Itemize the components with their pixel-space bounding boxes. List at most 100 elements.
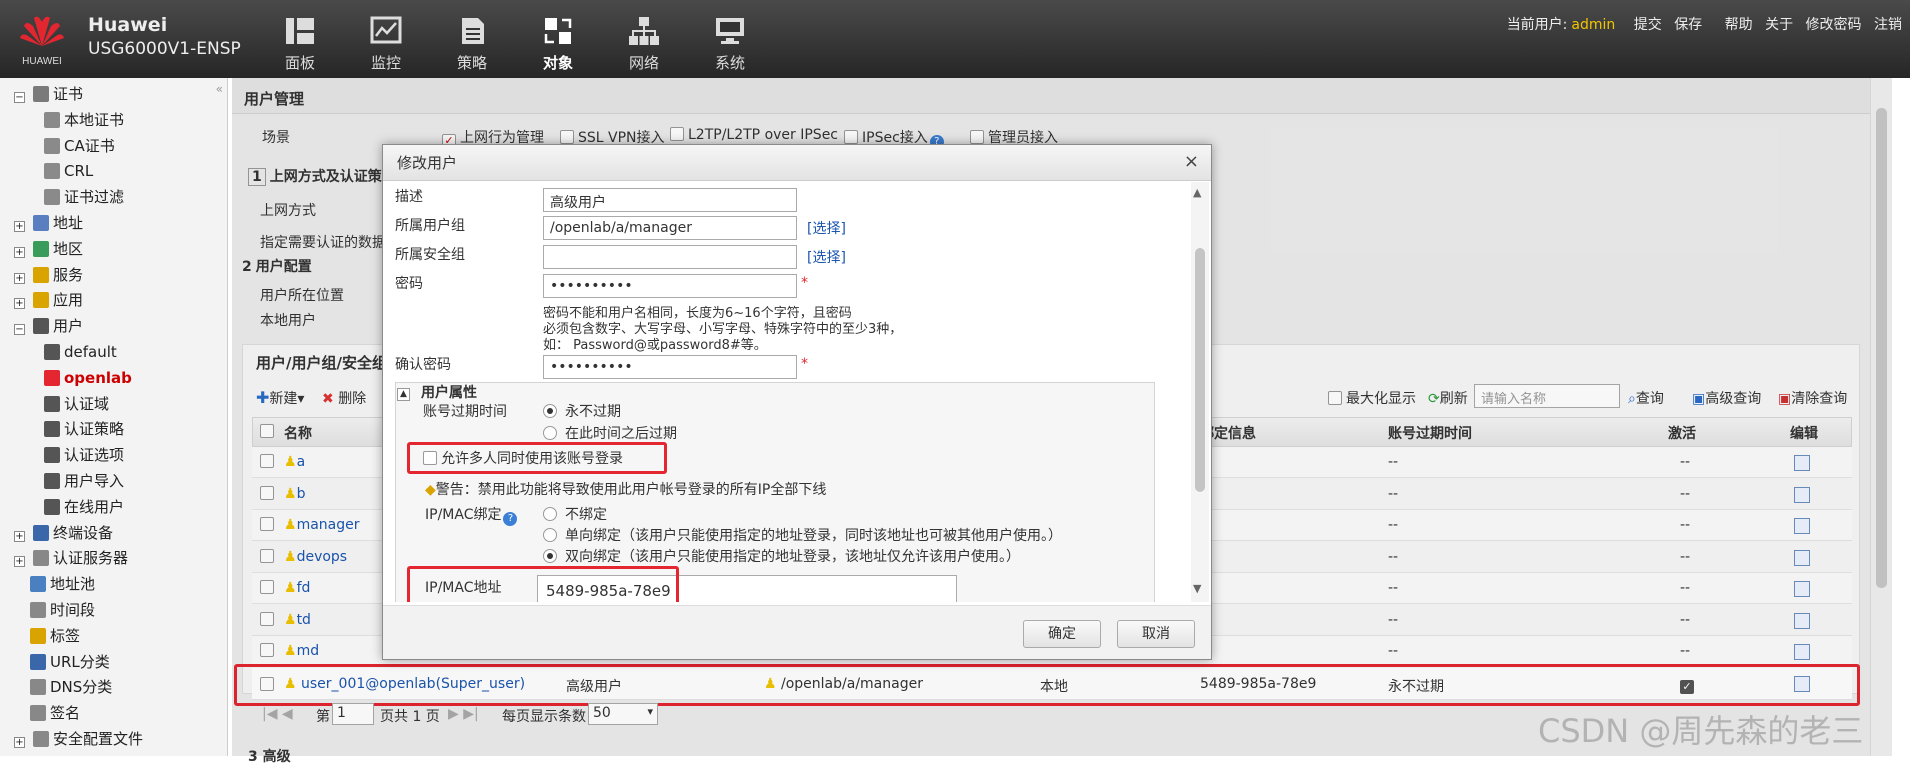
submit-link[interactable]: 提交 <box>1634 17 1662 33</box>
sidebar-item[interactable]: DNS分类 <box>30 675 112 699</box>
tree-node-icon <box>30 705 46 722</box>
sidebar-item[interactable]: 标签 <box>30 624 80 648</box>
tree-node-icon <box>33 318 49 335</box>
group-select-link[interactable]: [选择] <box>807 218 846 238</box>
tree-node-icon <box>30 679 46 696</box>
sidebar-item[interactable]: 时间段 <box>30 598 95 622</box>
current-user: admin <box>1571 17 1616 33</box>
tree-node-icon <box>33 292 49 309</box>
sidebar-item[interactable]: 签名 <box>30 701 80 725</box>
sidebar-item[interactable]: 认证域 <box>44 392 109 416</box>
ok-button[interactable]: 确定 <box>1023 620 1101 648</box>
expand-toggle-icon[interactable]: − <box>14 92 25 103</box>
cancel-button[interactable]: 取消 <box>1117 620 1195 648</box>
secgroup-input[interactable] <box>543 245 797 269</box>
tree-node-icon <box>44 369 60 386</box>
dialog-scrollbar[interactable]: ▲ ▼ <box>1191 182 1209 602</box>
sidebar-item[interactable]: − 证书 <box>14 82 83 106</box>
highlight-box-multi-login <box>407 442 667 474</box>
edit-user-dialog: 修改用户 × 描述 高级用户 所属用户组 /openlab/a/manager … <box>382 144 1212 660</box>
expand-toggle-icon[interactable]: + <box>14 530 25 542</box>
expand-toggle-icon[interactable]: + <box>14 246 25 258</box>
sidebar-item[interactable]: default <box>44 340 117 364</box>
collapse-attr-icon[interactable]: ▲ <box>397 384 410 401</box>
confirm-required: * <box>801 356 808 372</box>
tree-node-icon <box>44 473 60 489</box>
sidebar-item[interactable]: URL分类 <box>30 650 110 674</box>
expand-toggle-icon[interactable]: + <box>14 298 25 310</box>
save-link[interactable]: 保存 <box>1674 17 1702 33</box>
scroll-up-icon: ▲ <box>1193 186 1202 199</box>
sidebar-item[interactable]: + 认证服务器 <box>14 546 128 570</box>
tree-node-icon <box>44 447 60 464</box>
nav-dashboard[interactable]: 面板 <box>265 16 335 73</box>
sidebar-item[interactable]: openlab <box>44 366 132 390</box>
nav-system[interactable]: 系统 <box>695 16 765 73</box>
sidebar-item[interactable]: 在线用户 <box>44 495 124 519</box>
desc-input[interactable]: 高级用户 <box>543 188 797 212</box>
sidebar-item[interactable]: 本地证书 <box>44 108 124 132</box>
help-link[interactable]: 帮助 <box>1725 17 1753 33</box>
tree-node-icon <box>44 395 60 412</box>
sidebar-item[interactable]: − 用户 <box>14 314 83 338</box>
expand-toggle-icon[interactable]: + <box>14 737 25 748</box>
expand-toggle-icon[interactable]: − <box>14 324 25 336</box>
sidebar-item[interactable]: 地址池 <box>30 572 95 596</box>
nav-network[interactable]: 网络 <box>609 16 679 73</box>
nav-policy[interactable]: 策略 <box>437 16 507 73</box>
sidebar-item[interactable]: + 地址 <box>14 211 83 235</box>
sidebar-item[interactable]: + 安全配置文件 <box>14 727 143 751</box>
highlight-box-ipmac <box>407 566 679 602</box>
expand-toggle-icon[interactable]: + <box>14 272 25 284</box>
group-input[interactable]: /openlab/a/manager <box>543 216 797 240</box>
sidebar-item[interactable]: + 服务 <box>14 263 83 287</box>
secgroup-select-link[interactable]: [选择] <box>807 247 846 267</box>
sidebar-item[interactable]: CRL <box>44 159 93 183</box>
watermark: CSDN @周先森的老三 <box>1538 712 1864 750</box>
svg-text:HUAWEI: HUAWEI <box>22 56 62 67</box>
password-label: 密码 <box>395 276 423 292</box>
warning-text: ◆警告：禁用此功能将导致使用此用户帐号登录的所有IP全部下线 <box>425 482 827 498</box>
current-user-label: 当前用户: <box>1506 17 1568 33</box>
scroll-down-icon: ▼ <box>1193 582 1202 595</box>
tree-node-icon <box>33 550 49 567</box>
sidebar-item[interactable]: + 地区 <box>14 237 83 261</box>
device-model: USG6000V1-ENSP <box>88 39 241 59</box>
monitor-icon <box>370 16 402 44</box>
tree-node-icon <box>33 215 49 231</box>
sidebar-item[interactable]: 证书过滤 <box>44 185 124 209</box>
bind-none-radio[interactable]: 不绑定 <box>543 504 607 524</box>
user-toolbar: 当前用户: admin 提交 保存 帮助 关于 修改密码 注销 <box>1499 14 1902 34</box>
about-link[interactable]: 关于 <box>1765 17 1793 33</box>
password-input[interactable]: •••••••••• <box>543 274 797 298</box>
never-expire-radio[interactable]: 永不过期 <box>543 401 621 421</box>
top-bar: HUAWEI Huawei USG6000V1-ENSP 面板 监控 策略 对象… <box>0 0 1910 78</box>
sidebar-item[interactable]: CA证书 <box>44 134 115 158</box>
expand-toggle-icon[interactable]: + <box>14 221 25 232</box>
sidebar-item[interactable]: 认证策略 <box>44 417 124 441</box>
tree-node-icon <box>33 524 49 541</box>
user-attr-title: 用户属性 <box>421 385 477 401</box>
confirm-password-input[interactable]: •••••••••• <box>543 355 797 379</box>
tree-node-icon <box>44 137 60 154</box>
tree-node-icon <box>33 266 49 283</box>
tree-node-icon <box>30 653 46 670</box>
expand-toggle-icon[interactable]: + <box>14 556 25 568</box>
bind-one-way-radio[interactable]: 单向绑定（该用户只能使用指定的地址登录，同时该地址也可被其他用户使用。） <box>543 525 1062 545</box>
dashboard-icon <box>286 18 314 44</box>
nav-monitor[interactable]: 监控 <box>351 16 421 73</box>
group-label: 所属用户组 <box>395 218 465 234</box>
warning-icon: ◆ <box>425 482 436 498</box>
expire-after-radio[interactable]: 在此时间之后过期 <box>543 423 677 443</box>
close-icon[interactable]: × <box>1184 151 1199 172</box>
nav-object[interactable]: 对象 <box>523 16 593 73</box>
sidebar-item[interactable]: + 终端设备 <box>14 521 113 545</box>
sidebar-item[interactable]: + 应用 <box>14 288 83 312</box>
sidebar-item[interactable]: 认证选项 <box>44 443 124 467</box>
tree-node-icon <box>44 111 60 128</box>
bind-two-way-radio[interactable]: 双向绑定（该用户只能使用指定的地址登录，该地址仅允许该用户使用。） <box>543 546 1020 566</box>
change-password-link[interactable]: 修改密码 <box>1806 17 1862 33</box>
sidebar-item[interactable]: 用户导入 <box>44 469 124 493</box>
logout-link[interactable]: 注销 <box>1874 17 1902 33</box>
collapse-sidebar-icon[interactable]: « <box>216 82 223 96</box>
